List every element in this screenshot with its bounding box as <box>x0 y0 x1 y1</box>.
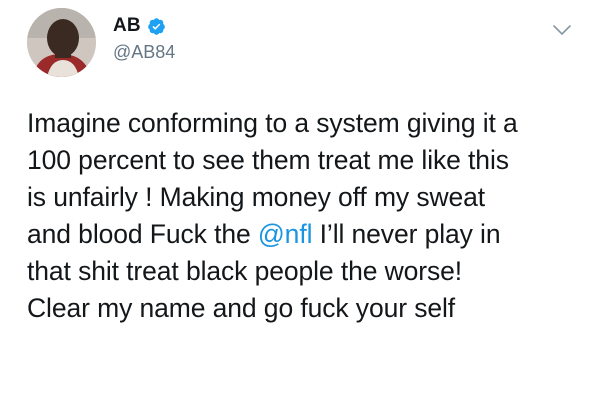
text-segment: and blood Fuck the <box>27 219 258 249</box>
author-avatar[interactable] <box>27 8 96 77</box>
tweet-text-line: Imagine conforming to a system giving it… <box>27 105 582 142</box>
profile-avatar-icon <box>27 8 96 77</box>
mention-link[interactable]: @nfl <box>258 219 313 249</box>
author-handle[interactable]: @AB84 <box>113 42 175 63</box>
chevron-down-icon[interactable] <box>551 22 573 38</box>
tweet-text-line: and blood Fuck the @nfl I’ll never play … <box>27 216 582 253</box>
text-segment: Clear my name and go fuck your self <box>27 293 456 323</box>
tweet-text-line: Clear my name and go fuck your self <box>27 290 582 327</box>
tweet-card: AB @AB84 Imagine conforming to a system … <box>0 0 595 417</box>
text-segment: that shit treat black people the worse! <box>27 256 463 286</box>
text-segment: is unfairly ! Making money off my sweat <box>27 182 486 212</box>
tweet-text: Imagine conforming to a system giving it… <box>27 105 582 327</box>
verified-badge-icon <box>147 17 166 36</box>
text-segment: Imagine conforming to a system giving it… <box>27 108 518 138</box>
tweet-text-line: that shit treat black people the worse! <box>27 253 582 290</box>
tweet-text-line: 100 percent to see them treat me like th… <box>27 142 582 179</box>
text-segment: 100 percent to see them treat me like th… <box>27 145 509 175</box>
author-name-row: AB <box>113 15 166 37</box>
text-segment: I’ll never play in <box>312 219 501 249</box>
author-display-name[interactable]: AB <box>113 15 141 37</box>
tweet-text-line: is unfairly ! Making money off my sweat <box>27 179 582 216</box>
